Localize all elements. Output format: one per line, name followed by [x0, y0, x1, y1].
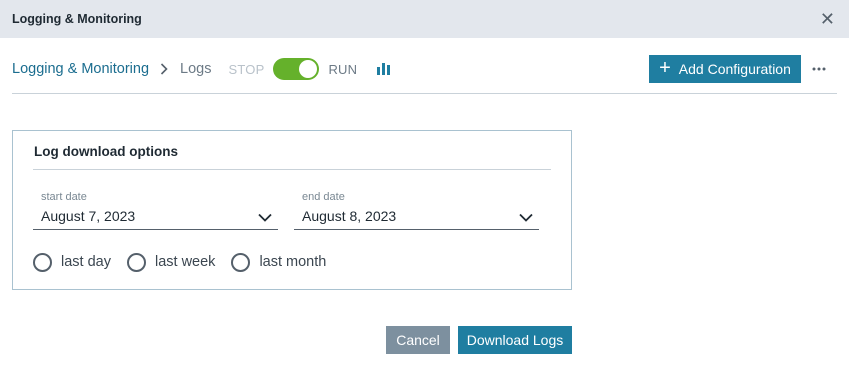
dialog-titlebar: Logging & Monitoring ✕: [0, 0, 849, 38]
more-horizontal-icon[interactable]: [811, 61, 827, 77]
end-date-value: August 8, 2023: [302, 208, 397, 224]
radio-circle[interactable]: [231, 252, 251, 272]
toggle-knob: [299, 60, 318, 78]
start-date-value: August 7, 2023: [41, 208, 136, 224]
bar-chart-icon[interactable]: [377, 63, 391, 75]
radio-circle[interactable]: [33, 252, 52, 272]
log-download-options-panel: Log download options start date August 7…: [12, 130, 572, 290]
end-date-label: end date: [302, 191, 345, 203]
radio-last-day[interactable]: last day: [33, 252, 111, 272]
plus-icon: +: [659, 57, 671, 79]
start-date-select[interactable]: start date August 7, 2023: [33, 185, 278, 230]
run-label: RUN: [328, 61, 358, 77]
date-range-radio-group: last day last week last month: [33, 250, 342, 274]
radio-circle[interactable]: [126, 252, 146, 272]
breadcrumb-current: Logs: [180, 61, 212, 77]
toolbar-divider: [12, 93, 837, 94]
breadcrumb-root-link[interactable]: Logging & Monitoring: [12, 61, 149, 77]
chevron-down-icon: [519, 209, 533, 227]
chevron-right-icon: [160, 63, 168, 75]
radio-last-week[interactable]: last week: [126, 252, 216, 272]
add-configuration-label: Add Configuration: [678, 61, 791, 77]
stop-label: STOP: [228, 61, 265, 77]
cancel-button[interactable]: Cancel: [386, 326, 450, 354]
add-configuration-button[interactable]: + Add Configuration: [649, 55, 801, 83]
radio-label: last month: [259, 254, 327, 270]
panel-divider: [33, 169, 551, 170]
close-icon[interactable]: ✕: [820, 10, 835, 28]
radio-last-month[interactable]: last month: [231, 252, 327, 272]
dialog-title: Logging & Monitoring: [12, 12, 142, 26]
panel-title: Log download options: [34, 144, 178, 159]
radio-label: last day: [61, 254, 111, 270]
chevron-down-icon: [258, 209, 272, 227]
radio-label: last week: [154, 254, 216, 270]
end-date-select[interactable]: end date August 8, 2023: [294, 185, 539, 230]
download-logs-button[interactable]: Download Logs: [458, 326, 572, 354]
start-date-label: start date: [41, 191, 87, 203]
run-stop-toggle[interactable]: [273, 58, 320, 80]
